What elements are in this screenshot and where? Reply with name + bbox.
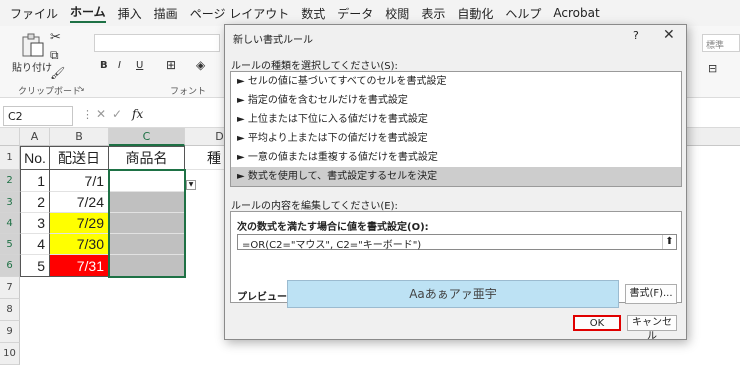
- name-box[interactable]: C2: [3, 106, 73, 126]
- tab-home[interactable]: ホーム: [70, 3, 106, 23]
- col-header-b[interactable]: B: [50, 128, 109, 146]
- format-button[interactable]: 書式(F)...: [625, 284, 677, 304]
- tab-acrobat[interactable]: Acrobat: [553, 6, 599, 20]
- tab-automate[interactable]: 自動化: [457, 5, 493, 22]
- tab-review[interactable]: 校閲: [385, 5, 409, 22]
- tab-file[interactable]: ファイル: [10, 5, 58, 22]
- clipboard-group-label: クリップボード: [18, 87, 82, 97]
- table-row-no[interactable]: 5: [20, 255, 50, 277]
- italic-button[interactable]: I: [118, 60, 121, 71]
- table-row-no[interactable]: 4: [20, 234, 50, 255]
- rule-type-list[interactable]: ► セルの値に基づいてすべてのセルを書式設定 ► 指定の値を含むセルだけを書式設…: [230, 71, 682, 187]
- list-item[interactable]: ► 指定の値を含むセルだけを書式設定: [231, 91, 681, 110]
- table-row-no[interactable]: 3: [20, 213, 50, 234]
- style-select[interactable]: 標準: [702, 34, 740, 52]
- tab-insert[interactable]: 挿入: [118, 5, 142, 22]
- confirm-entry-icon[interactable]: ✓: [112, 107, 122, 121]
- row-header-7[interactable]: 7: [0, 277, 20, 299]
- col-header-c[interactable]: C: [109, 128, 185, 146]
- new-format-rule-dialog: 新しい書式ルール ? ✕ ルールの種類を選択してください(S): ► セルの値に…: [224, 24, 687, 342]
- table-row-date[interactable]: 7/30: [50, 234, 109, 255]
- ribbon-tabs: ファイル ホーム 挿入 描画 ページ レイアウト 数式 データ 校閲 表示 自動…: [0, 0, 740, 26]
- ok-button[interactable]: OK: [573, 315, 621, 331]
- number-format-icon[interactable]: ⊟: [708, 62, 717, 75]
- row-header-6[interactable]: 6: [0, 255, 20, 277]
- cancel-button[interactable]: キャンセル: [627, 315, 677, 342]
- tab-view[interactable]: 表示: [421, 5, 445, 22]
- close-icon[interactable]: ✕: [663, 27, 675, 43]
- dialog-title: 新しい書式ルール: [233, 35, 313, 46]
- insert-function-icon[interactable]: fx: [132, 107, 143, 121]
- format-preview: Aaあぁアァ亜宇: [287, 280, 619, 308]
- list-item-selected[interactable]: ► 数式を使用して、書式設定するセルを決定: [231, 167, 681, 186]
- cancel-entry-icon[interactable]: ✕: [96, 107, 106, 121]
- row-header-3[interactable]: 3: [0, 192, 20, 213]
- copy-icon[interactable]: ⧉: [50, 48, 59, 63]
- table-row-product[interactable]: [109, 213, 185, 234]
- table-row-date[interactable]: 7/1: [50, 170, 109, 192]
- underline-button[interactable]: U: [136, 60, 143, 71]
- tab-formulas[interactable]: 数式: [301, 5, 325, 22]
- paste-icon[interactable]: [20, 32, 46, 58]
- collapse-dialog-icon[interactable]: ⬆: [662, 235, 676, 249]
- cut-icon[interactable]: ✂: [50, 30, 61, 45]
- header-date[interactable]: 配送日: [50, 146, 109, 170]
- table-row-product[interactable]: [109, 234, 185, 255]
- row-header-4[interactable]: 4: [0, 213, 20, 234]
- row-header-10[interactable]: 10: [0, 343, 20, 365]
- header-no[interactable]: No.: [20, 146, 50, 170]
- fill-color-icon[interactable]: ◈: [196, 58, 205, 72]
- border-icon[interactable]: ⊞: [166, 58, 176, 72]
- select-all-corner[interactable]: [0, 128, 20, 146]
- table-row-product[interactable]: [109, 170, 185, 192]
- tab-page-layout[interactable]: ページ レイアウト: [190, 5, 290, 22]
- dialog-launcher-icon[interactable]: ↘: [78, 84, 85, 93]
- row-header-2[interactable]: 2: [0, 170, 20, 192]
- table-row-date[interactable]: 7/31: [50, 255, 109, 277]
- row-header-9[interactable]: 9: [0, 321, 20, 343]
- list-item[interactable]: ► セルの値に基づいてすべてのセルを書式設定: [231, 72, 681, 91]
- tab-data[interactable]: データ: [337, 5, 373, 22]
- formula-label: 次の数式を満たす場合に値を書式設定(O):: [237, 222, 429, 233]
- bold-button[interactable]: B: [100, 60, 108, 71]
- edit-rule-label: ルールの内容を編集してください(E):: [231, 201, 398, 212]
- help-button[interactable]: ?: [633, 29, 639, 42]
- table-row-no[interactable]: 1: [20, 170, 50, 192]
- list-item[interactable]: ► 上位または下位に入る値だけを書式設定: [231, 110, 681, 129]
- table-row-product[interactable]: [109, 192, 185, 213]
- formula-input[interactable]: =OR(C2="マウス", C2="キーボード"): [237, 234, 677, 251]
- paste-button[interactable]: 貼り付け: [12, 59, 52, 74]
- list-item[interactable]: ► 一意の値または重複する値だけを書式設定: [231, 148, 681, 167]
- chevron-down-icon[interactable]: ▼: [186, 180, 196, 190]
- more-icon[interactable]: ⋮: [82, 108, 93, 121]
- tab-draw[interactable]: 描画: [154, 5, 178, 22]
- rule-type-label: ルールの種類を選択してください(S):: [231, 61, 398, 72]
- table-row-product[interactable]: [109, 255, 185, 277]
- row-header-5[interactable]: 5: [0, 234, 20, 255]
- table-row-date[interactable]: 7/29: [50, 213, 109, 234]
- list-item[interactable]: ► 平均より上または下の値だけを書式設定: [231, 129, 681, 148]
- row-header-1[interactable]: 1: [0, 146, 20, 170]
- row-header-8[interactable]: 8: [0, 299, 20, 321]
- rule-edit-panel: 次の数式を満たす場合に値を書式設定(O): =OR(C2="マウス", C2="…: [230, 211, 682, 308]
- format-painter-icon[interactable]: 🖌: [50, 66, 65, 80]
- table-row-no[interactable]: 2: [20, 192, 50, 213]
- preview-label: プレビュー:: [237, 292, 291, 303]
- header-product[interactable]: 商品名: [109, 146, 185, 170]
- col-header-a[interactable]: A: [20, 128, 50, 146]
- table-row-date[interactable]: 7/24: [50, 192, 109, 213]
- tab-help[interactable]: ヘルプ: [505, 5, 541, 22]
- font-name-select[interactable]: [94, 34, 220, 52]
- font-group-label: フォント: [170, 87, 207, 97]
